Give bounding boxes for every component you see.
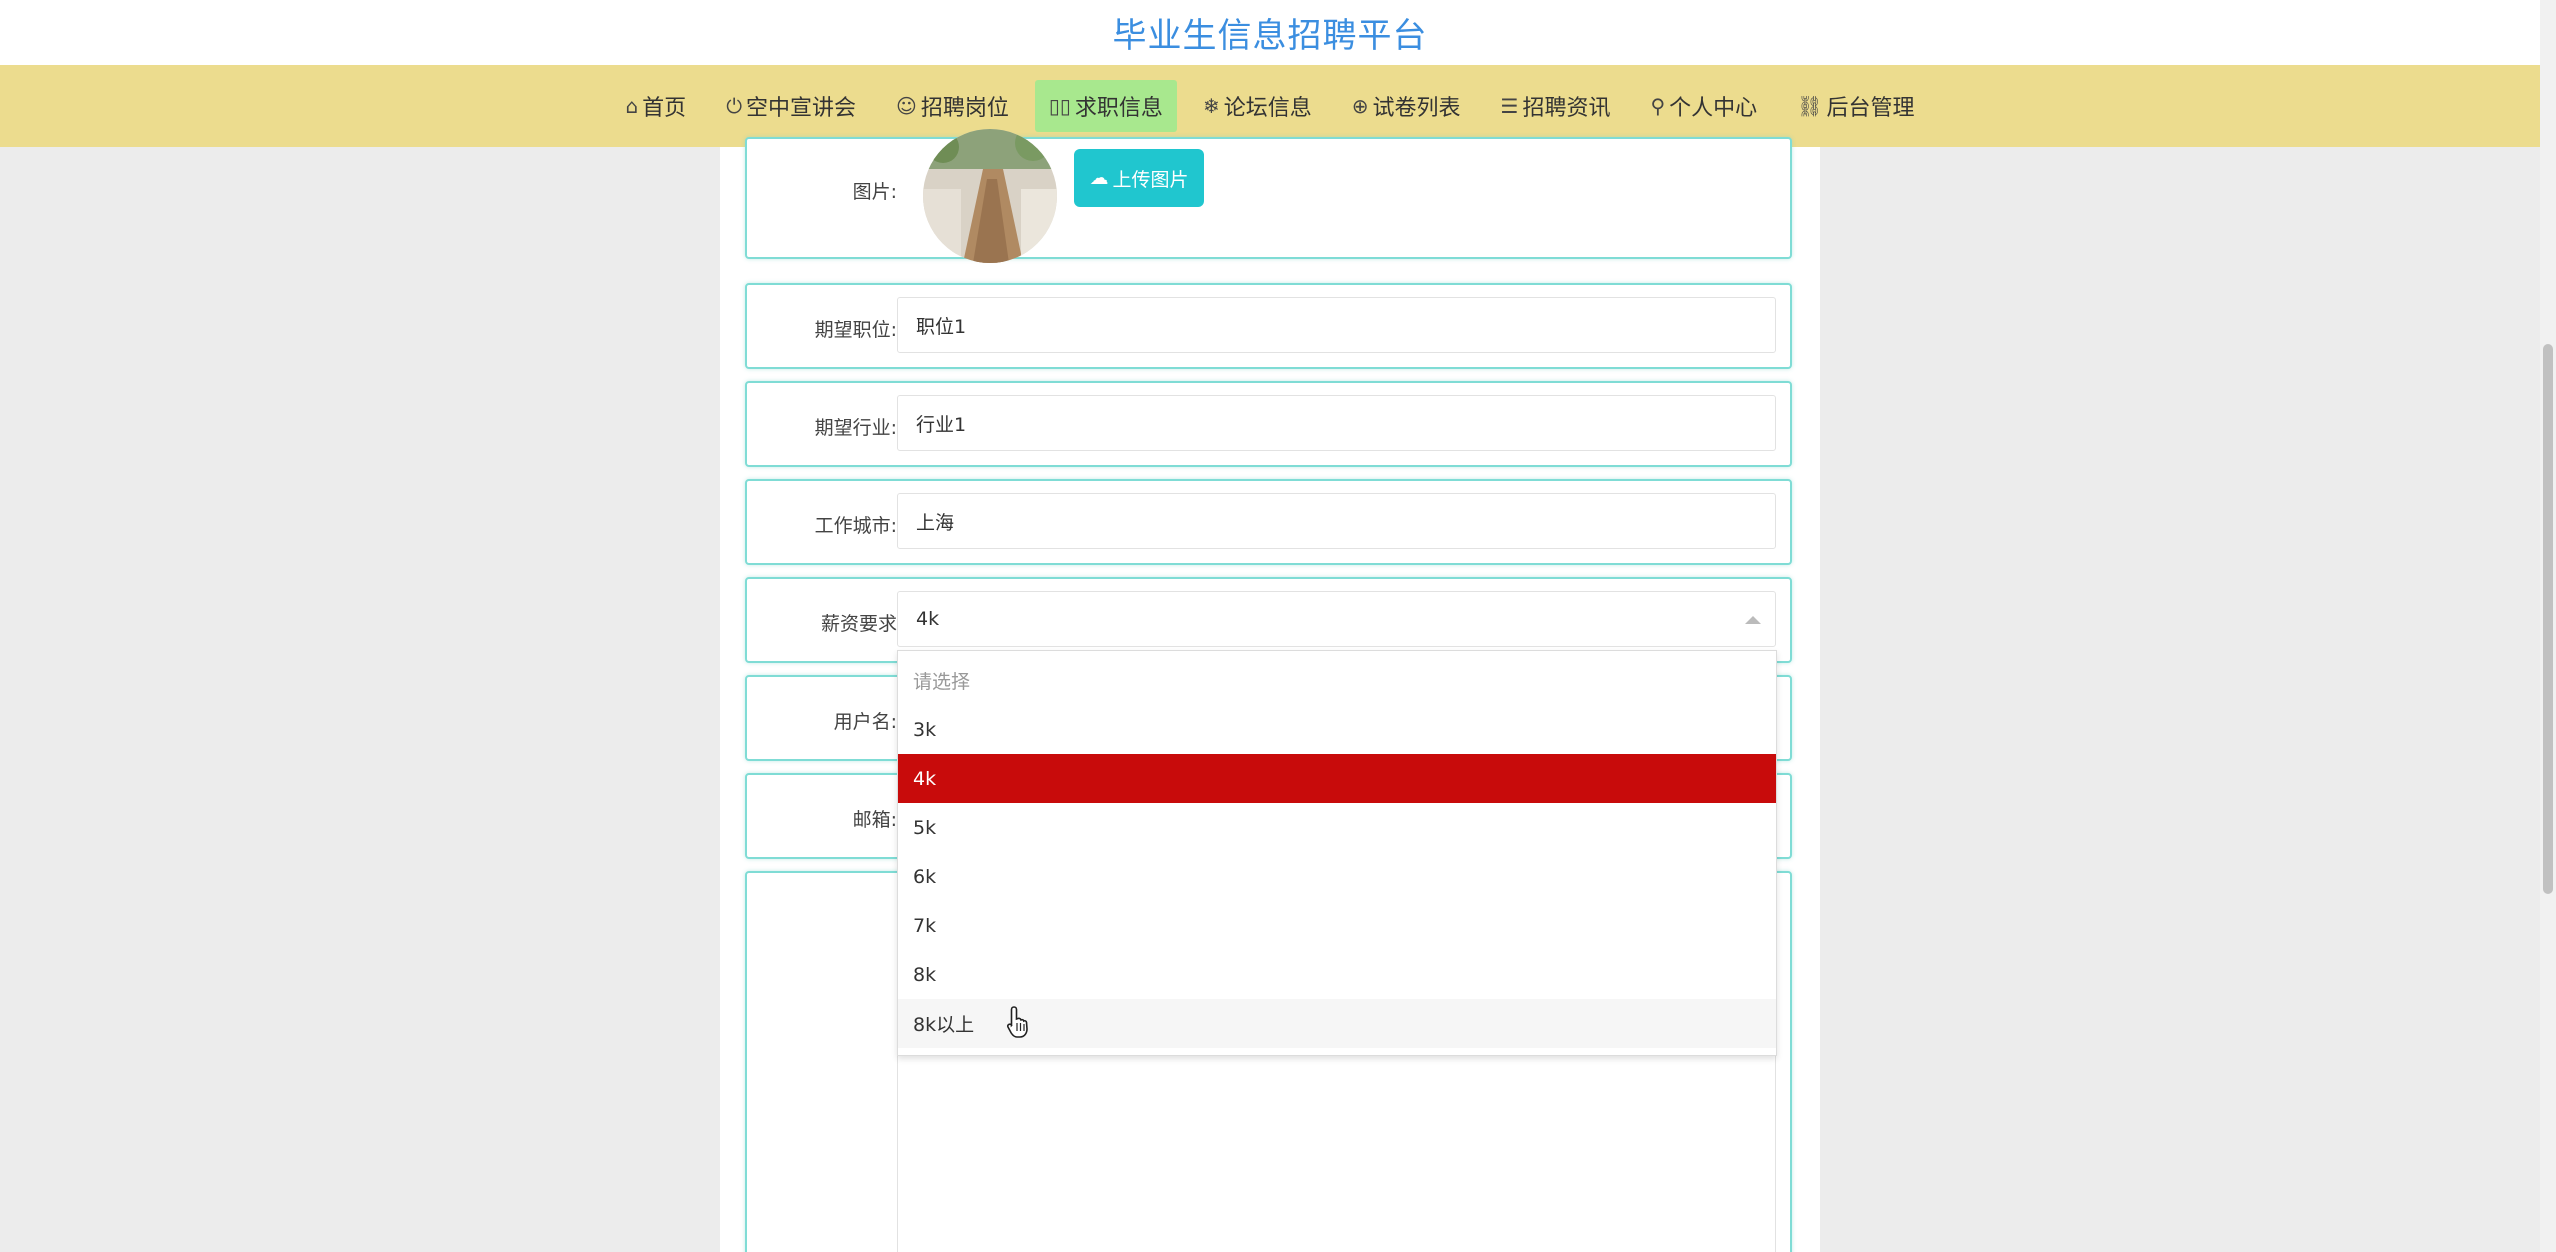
salary-option-5k[interactable]: 5k: [898, 803, 1776, 852]
salary-select[interactable]: 4k: [897, 591, 1776, 647]
salary-option-4k[interactable]: 4k: [898, 754, 1776, 803]
salary-option-3k[interactable]: 3k: [898, 705, 1776, 754]
caret-up-icon: [1745, 616, 1761, 624]
industry-input[interactable]: 行业1: [897, 395, 1776, 451]
image-label: 图片:: [852, 181, 897, 203]
upload-image-button[interactable]: ☁ 上传图片: [1074, 149, 1204, 207]
profile-image[interactable]: [923, 129, 1057, 263]
nav-air-talk-label: 空中宣讲会: [746, 96, 857, 121]
nav-job-seeking[interactable]: ▯▯ 求职信息: [1034, 80, 1177, 132]
upload-image-label: 上传图片: [1112, 168, 1189, 191]
username-label: 用户名:: [833, 711, 897, 733]
main-nav: ⌂ 首页 ⏻ 空中宣讲会 ☺ 招聘岗位 ▯▯ 求职信息 ❄ 论坛信息 ⊕ 试卷列…: [0, 65, 2540, 147]
salary-label: 薪资要求: [820, 613, 897, 635]
nav-forum[interactable]: ❄ 论坛信息: [1189, 80, 1326, 132]
globe-icon: ⊕: [1351, 94, 1369, 118]
salary-option-7k[interactable]: 7k: [898, 901, 1776, 950]
nav-home[interactable]: ⌂ 首页: [611, 80, 700, 132]
nav-admin-label: 后台管理: [1826, 96, 1915, 121]
missing-glyph-icon: ▯▯: [1048, 94, 1071, 118]
industry-row: 期望行业: 行业1: [745, 381, 1792, 467]
nav-exams[interactable]: ⊕ 试卷列表: [1338, 80, 1475, 132]
nav-news-label: 招聘资讯: [1522, 96, 1611, 121]
link-icon: ⛓: [1797, 94, 1823, 118]
salary-option-6k[interactable]: 6k: [898, 852, 1776, 901]
position-row: 期望职位: 职位1: [745, 283, 1792, 369]
city-row: 工作城市: 上海: [745, 479, 1792, 565]
salary-option-placeholder[interactable]: 请选择: [898, 656, 1776, 705]
nav-news[interactable]: ☰ 招聘资讯: [1487, 80, 1625, 132]
email-label: 邮箱:: [852, 809, 897, 831]
sliders-icon: ☰: [1500, 94, 1519, 118]
nav-home-label: 首页: [642, 96, 687, 121]
site-header: 毕业生信息招聘平台: [0, 0, 2540, 65]
nav-job-seeking-label: 求职信息: [1074, 96, 1163, 121]
nav-exams-label: 试卷列表: [1372, 96, 1461, 121]
salary-option-8k[interactable]: 8k: [898, 950, 1776, 999]
hand-pointer-icon: [1006, 1006, 1028, 1038]
image-row: 图片: ☁ 上传图片: [745, 129, 1792, 263]
nav-jobs[interactable]: ☺ 招聘岗位: [882, 80, 1023, 132]
home-icon: ⌂: [625, 94, 639, 118]
cloud-upload-icon: ☁: [1089, 167, 1109, 189]
nav-air-talk[interactable]: ⏻ 空中宣讲会: [712, 80, 870, 132]
content-editor[interactable]: [897, 1053, 1776, 1252]
salary-dropdown: 请选择 3k 4k 5k 6k 7k 8k 8k以上: [897, 650, 1777, 1056]
position-input[interactable]: 职位1: [897, 297, 1776, 353]
position-label: 期望职位:: [814, 319, 897, 341]
smile-icon: ☺: [896, 94, 917, 118]
nav-forum-label: 论坛信息: [1223, 96, 1312, 121]
snowflake-icon: ❄: [1202, 94, 1220, 118]
nav-admin[interactable]: ⛓ 后台管理: [1783, 80, 1928, 132]
salary-select-value: 4k: [916, 608, 940, 630]
city-input[interactable]: 上海: [897, 493, 1776, 549]
nav-profile[interactable]: ⚲ 个人中心: [1636, 80, 1771, 132]
scrollbar-thumb[interactable]: [2543, 344, 2553, 894]
city-label: 工作城市:: [814, 515, 897, 537]
site-title: 毕业生信息招聘平台: [1112, 16, 1428, 56]
industry-label: 期望行业:: [814, 417, 897, 439]
nav-profile-label: 个人中心: [1669, 96, 1758, 121]
user-icon: ⚲: [1650, 94, 1666, 118]
nav-jobs-label: 招聘岗位: [920, 96, 1009, 121]
power-icon: ⏻: [726, 94, 743, 118]
